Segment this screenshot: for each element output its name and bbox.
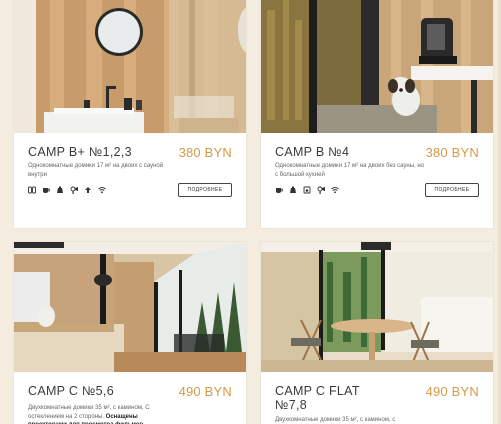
card-title: CAMP C FLAT №7,8	[275, 384, 360, 412]
hair-dryer-icon	[70, 186, 78, 194]
card-price: 490 BYN	[178, 384, 232, 399]
coffee-icon	[275, 186, 283, 194]
coffee-icon	[42, 186, 50, 194]
more-details-button[interactable]: ПОДРОБНЕЕ	[425, 183, 479, 197]
card-camp-c[interactable]: CAMP C №5,6 490 BYN Двухкомнатные домики…	[14, 242, 246, 424]
card-camp-b[interactable]: CAMP B №4 380 BYN Однокомнатные домики 1…	[261, 0, 493, 228]
wifi-icon	[331, 186, 339, 194]
card-title: CAMP C №5,6	[28, 384, 114, 398]
card-price: 490 BYN	[425, 384, 479, 399]
cabin-photo-living-room[interactable]	[14, 242, 246, 372]
card-title-line-1: CAMP C FLAT	[275, 384, 360, 398]
cabin-photo-bathroom[interactable]	[14, 0, 246, 133]
card-title-line-2: №7,8	[275, 398, 307, 412]
cabin-photo-dining[interactable]	[261, 242, 493, 372]
card-description: Двухкомнатные домики 35 м², с камином, с	[275, 417, 396, 423]
card-camp-b-plus[interactable]: CAMP B+ №1,2,3 380 BYN Однокомнатные дом…	[14, 0, 246, 228]
wifi-icon	[98, 186, 106, 194]
hair-dryer-icon	[317, 186, 325, 194]
card-title: CAMP B+ №1,2,3	[28, 145, 132, 159]
card-description: Двухкомнатные домики 35 м², с камином, С…	[28, 404, 168, 424]
heater-icon	[84, 186, 92, 194]
card-title: CAMP B №4	[275, 145, 350, 159]
card-camp-c-flat[interactable]: CAMP C FLAT №7,8 490 BYN Двухкомнатные д…	[261, 242, 493, 424]
sauna-icon	[28, 186, 36, 194]
cooker-icon	[303, 186, 311, 194]
amenities-row	[275, 186, 339, 194]
card-description: Однокомнатные домики 17 м² на двоих без …	[275, 163, 424, 178]
card-price: 380 BYN	[178, 145, 232, 160]
more-details-button[interactable]: ПОДРОБНЕЕ	[178, 183, 232, 197]
cabin-photo-kitchen-dog[interactable]	[261, 0, 493, 133]
card-price: 380 BYN	[425, 145, 479, 160]
card-description: Однокомнатные домики 17 м² на двоих с са…	[28, 163, 164, 178]
kettle-icon	[56, 186, 64, 194]
amenities-row	[28, 186, 106, 194]
kettle-icon	[289, 186, 297, 194]
